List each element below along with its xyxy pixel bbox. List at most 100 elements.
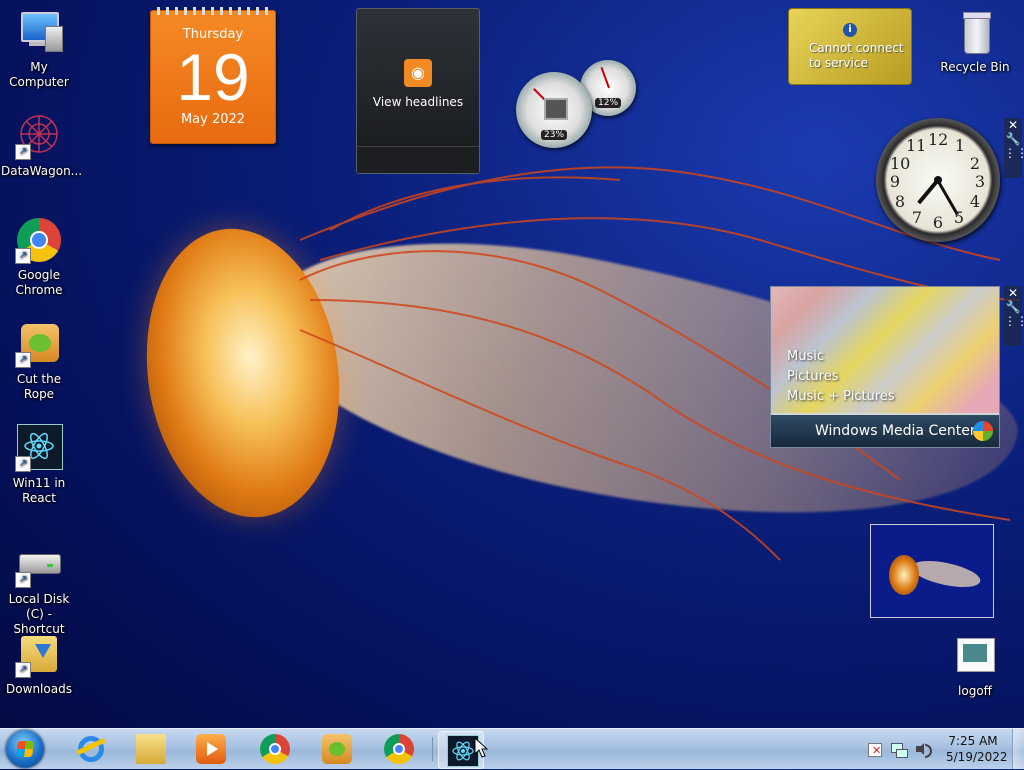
downloads-folder-icon: ↗ [15,630,63,678]
datawagon-icon: ↗ [15,112,63,160]
desktop-icon-downloads[interactable]: ↗ Downloads [1,630,77,697]
recycle-bin-icon [951,8,999,56]
clock-number-3: 3 [974,172,986,191]
taskbar-time: 7:25 AM [948,734,998,748]
desktop-icon-label: Cut the Rope [16,372,62,401]
windows-logo-icon [16,741,34,757]
taskbar-item-file-explorer[interactable] [128,731,172,767]
media-center-title-bar[interactable]: Windows Media Center [771,415,999,447]
shortcut-arrow-icon: ↗ [15,352,31,368]
desktop-icon-label: Recycle Bin [940,60,1010,74]
cpu-gauge: 23% [516,72,592,148]
shortcut-arrow-icon: ↗ [15,662,31,678]
desktop-icon-recycle-bin[interactable]: Recycle Bin [937,8,1013,75]
cut-the-rope-icon [322,734,352,764]
clock-number-10: 10 [890,154,911,173]
desktop-icon-label: DataWagon... [1,164,83,178]
close-icon[interactable]: ✕ [1004,286,1022,300]
volume-icon[interactable] [914,741,932,758]
taskbar-item-chrome[interactable] [252,731,296,767]
desktop-icon-logoff[interactable]: logoff [937,632,1013,699]
folder-icon [136,734,166,764]
options-wrench-icon[interactable]: 🔧 [1004,300,1022,314]
desktop-icon-local-disk[interactable]: ↗ Local Disk (C) - Shortcut [1,540,77,637]
shortcut-arrow-icon: ↗ [15,572,31,588]
computer-icon [15,8,63,56]
action-center-icon[interactable]: ✕ [866,741,882,757]
desktop-icon-datawagon[interactable]: ↗ DataWagon... [1,112,82,179]
clock-number-6: 6 [932,213,944,232]
slideshow-image-jellyfish [889,555,919,595]
cpu-percent: 23% [540,130,568,140]
media-center-gadget-controls: ✕ 🔧 ⋮⋮ [1004,286,1024,346]
taskbar-separator [432,737,433,761]
show-desktop-button[interactable] [1012,729,1024,769]
media-center-title: Windows Media Center [815,423,976,439]
desktop-icon-label: My Computer [9,60,69,89]
clock-number-12: 12 [928,130,949,149]
media-center-menu: Music Pictures Music + Pictures [787,347,895,407]
start-button[interactable] [6,730,44,768]
chrome-icon [384,734,414,764]
media-center-gadget[interactable]: Music Pictures Music + Pictures Windows … [770,286,1000,448]
drag-handle-icon[interactable]: ⋮⋮ [1004,314,1024,328]
currency-status-line1: Cannot connect [809,41,904,55]
shortcut-arrow-icon: ↗ [15,456,31,472]
drive-icon: ↗ [15,540,63,588]
media-center-menu-pictures[interactable]: Pictures [787,367,895,387]
clock-gadget[interactable]: 12 1 2 3 4 5 6 7 8 9 10 11 [876,118,1000,242]
currency-gadget[interactable]: i Cannot connect to service [788,8,912,85]
rss-icon: ◉ [404,59,432,87]
memory-percent: 12% [594,98,622,108]
clock-number-8: 8 [894,192,906,211]
taskbar-item-cut-the-rope[interactable] [314,731,358,767]
logoff-icon [951,632,999,680]
media-player-icon [196,734,226,764]
desktop-icon-my-computer[interactable]: My Computer [1,8,77,90]
options-wrench-icon[interactable]: 🔧 [1004,132,1022,146]
calendar-month-year: May 2022 [180,112,246,127]
desktop-icon-win11-in-react[interactable]: ↗ Win11 in React [1,424,77,506]
taskbar-date: 5/19/2022 [946,750,1008,764]
clock-number-1: 1 [954,136,966,155]
media-center-menu-music[interactable]: Music [787,347,895,367]
view-headlines-link[interactable]: View headlines [357,95,479,109]
clock-number-7: 7 [911,208,923,227]
mouse-cursor-icon [474,737,488,758]
clock-center-pin [934,176,942,184]
shortcut-arrow-icon: ↗ [15,248,31,264]
desktop-icon-label: Win11 in React [12,476,66,505]
windows-orb-icon [973,421,993,441]
slideshow-gadget[interactable] [870,524,994,618]
clock-number-2: 2 [969,154,981,173]
calendar-day-number: 19 [176,40,250,114]
desktop-icon-google-chrome[interactable]: ↗ Google Chrome [1,216,77,298]
desktop-icon-cut-the-rope[interactable]: ↗ Cut the Rope [1,320,77,402]
shortcut-arrow-icon: ↗ [15,144,31,160]
clock-gadget-controls: ✕ 🔧 ⋮⋮ [1004,118,1024,178]
clock-number-5: 5 [953,208,965,227]
currency-status-line2: to service [809,56,868,70]
close-icon[interactable]: ✕ [1004,118,1022,132]
feed-headlines-gadget[interactable]: ◉ View headlines [356,8,480,174]
media-center-menu-music-pictures[interactable]: Music + Pictures [787,387,895,407]
clock-number-11: 11 [906,136,927,155]
taskbar-item-chrome-2[interactable] [376,731,420,767]
slideshow-image-tentacles [909,555,983,593]
info-icon: i [843,23,857,37]
chip-icon [544,98,568,120]
drag-handle-icon[interactable]: ⋮⋮ [1004,146,1024,160]
taskbar-clock[interactable]: 7:25 AM 5/19/2022 [946,733,1008,765]
taskbar-item-internet-explorer[interactable] [68,731,112,767]
cut-the-rope-icon: ↗ [15,320,63,368]
react-icon: ↗ [15,424,63,472]
desktop-icon-label: Downloads [6,682,72,696]
calendar-rings [157,7,269,15]
memory-needle [600,66,610,89]
desktop-icon-label: Google Chrome [15,268,63,297]
feed-gadget-footer [357,146,479,173]
taskbar-item-media-player[interactable] [188,731,232,767]
chrome-icon [260,734,290,764]
network-icon[interactable] [890,741,908,758]
calendar-gadget[interactable]: Thursday 19 May 2022 [150,7,276,144]
